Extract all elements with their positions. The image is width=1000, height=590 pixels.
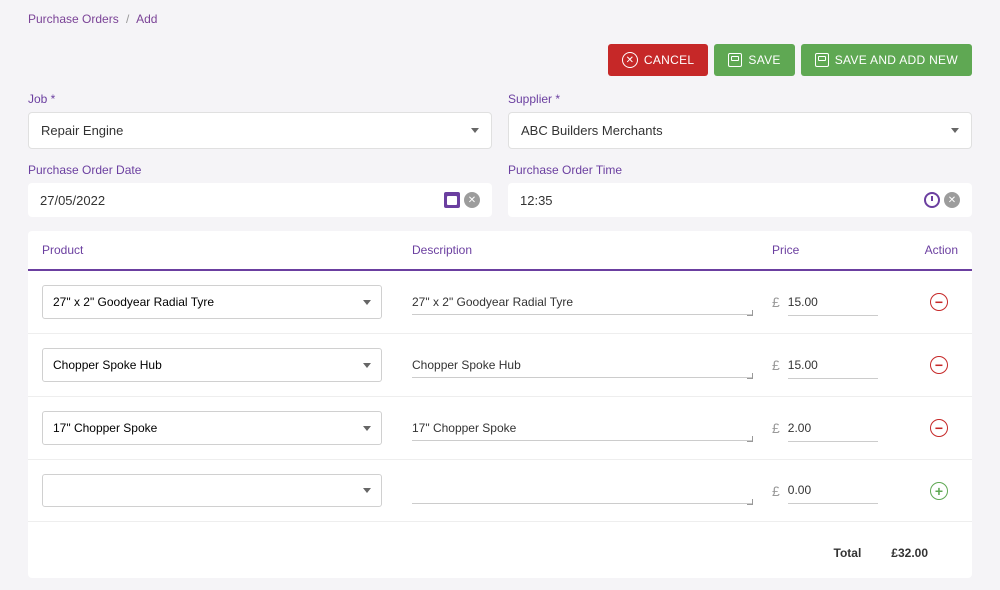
remove-row-button[interactable]: − [930,356,948,374]
resize-handle[interactable] [746,372,754,380]
save-icon [815,53,829,67]
time-label: Purchase Order Time [508,163,972,177]
table-row: Chopper Spoke Hub £ − [28,334,972,397]
date-label: Purchase Order Date [28,163,492,177]
supplier-select[interactable]: ABC Builders Merchants [508,112,972,149]
col-description: Description [412,243,772,257]
supplier-label: Supplier * [508,92,972,106]
col-product: Product [42,243,412,257]
price-input[interactable] [788,352,878,379]
table-row: £+ [28,460,972,522]
chevron-down-icon [471,128,479,133]
currency-symbol: £ [772,420,780,436]
product-select[interactable]: 27" x 2" Goodyear Radial Tyre [42,285,382,319]
cancel-label: CANCEL [644,53,694,67]
price-input[interactable] [788,477,878,504]
breadcrumb-sep: / [126,12,129,26]
product-select[interactable] [42,474,382,507]
currency-symbol: £ [772,483,780,499]
product-value: 27" x 2" Goodyear Radial Tyre [53,295,214,309]
currency-symbol: £ [772,357,780,373]
save-add-new-button[interactable]: SAVE AND ADD NEW [801,44,972,76]
description-input[interactable] [412,352,752,378]
total-label: Total [834,546,862,560]
description-input[interactable] [412,289,752,315]
breadcrumb-parent[interactable]: Purchase Orders [28,12,119,26]
chevron-down-icon [363,300,371,305]
price-input[interactable] [788,289,878,316]
resize-handle[interactable] [746,309,754,317]
savenew-label: SAVE AND ADD NEW [835,53,958,67]
time-input[interactable]: 12:35 ✕ [508,183,972,217]
line-items-table: Product Description Price Action 27" x 2… [28,231,972,578]
remove-row-button[interactable]: − [930,293,948,311]
product-select[interactable]: 17" Chopper Spoke [42,411,382,445]
date-value: 27/05/2022 [40,193,105,208]
resize-handle[interactable] [746,498,754,506]
total-value: £32.00 [891,546,928,560]
job-label: Job * [28,92,492,106]
chevron-down-icon [363,363,371,368]
toolbar: ✕ CANCEL SAVE SAVE AND ADD NEW [28,44,972,76]
product-select[interactable]: Chopper Spoke Hub [42,348,382,382]
clear-time-icon[interactable]: ✕ [944,192,960,208]
cancel-button[interactable]: ✕ CANCEL [608,44,708,76]
job-value: Repair Engine [41,123,123,138]
date-input[interactable]: 27/05/2022 ✕ [28,183,492,217]
chevron-down-icon [363,488,371,493]
save-icon [728,53,742,67]
breadcrumb: Purchase Orders / Add [28,12,972,26]
save-button[interactable]: SAVE [714,44,794,76]
table-row: 17" Chopper Spoke £ − [28,397,972,460]
clock-icon[interactable] [924,192,940,208]
currency-symbol: £ [772,294,780,310]
table-row: 27" x 2" Goodyear Radial Tyre £ − [28,271,972,334]
calendar-icon[interactable] [444,192,460,208]
product-value: Chopper Spoke Hub [53,358,162,372]
description-input[interactable] [412,478,752,504]
product-value: 17" Chopper Spoke [53,421,157,435]
description-input[interactable] [412,415,752,441]
col-action: Action [902,243,958,257]
add-row-button[interactable]: + [930,482,948,500]
col-price: Price [772,243,902,257]
price-input[interactable] [788,415,878,442]
cancel-icon: ✕ [622,52,638,68]
resize-handle[interactable] [746,435,754,443]
remove-row-button[interactable]: − [930,419,948,437]
breadcrumb-current: Add [136,12,157,26]
chevron-down-icon [951,128,959,133]
chevron-down-icon [363,426,371,431]
clear-date-icon[interactable]: ✕ [464,192,480,208]
job-select[interactable]: Repair Engine [28,112,492,149]
save-label: SAVE [748,53,780,67]
time-value: 12:35 [520,193,553,208]
supplier-value: ABC Builders Merchants [521,123,663,138]
